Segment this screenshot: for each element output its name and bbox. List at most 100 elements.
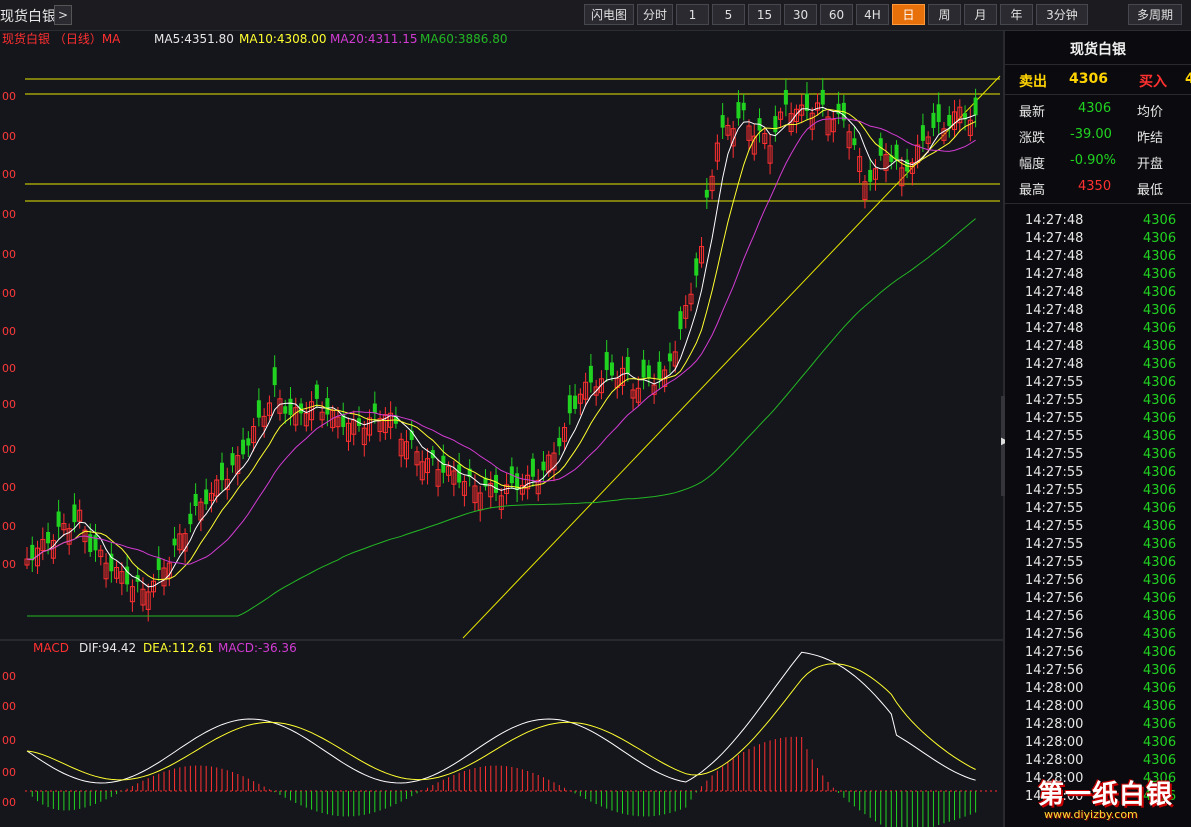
y-tick-label: 00 bbox=[2, 558, 16, 571]
expand-arrow-button[interactable]: > bbox=[54, 5, 72, 25]
panel-divider bbox=[1005, 64, 1191, 65]
macd-y-tick-label: 00 bbox=[2, 766, 16, 779]
tab-period-2[interactable]: 1 bbox=[676, 4, 709, 25]
macd-y-tick-label: 00 bbox=[2, 700, 16, 713]
tick-time: 14:27:55 bbox=[1025, 537, 1084, 552]
tick-time: 14:27:55 bbox=[1025, 411, 1084, 426]
tick-time: 14:28:00 bbox=[1025, 717, 1084, 732]
tick-time: 14:28:00 bbox=[1025, 735, 1084, 750]
quote-label: 开盘 bbox=[1137, 157, 1164, 172]
tick-time: 14:27:55 bbox=[1025, 447, 1084, 462]
tab-period-4[interactable]: 15 bbox=[748, 4, 781, 25]
tick-price: 4306 bbox=[1143, 573, 1177, 588]
tick-price: 4306 bbox=[1143, 609, 1177, 624]
multi-period-button[interactable]: 多周期 bbox=[1128, 4, 1182, 25]
tick-price: 4306 bbox=[1143, 447, 1177, 462]
panel-title: 现货白银 bbox=[1070, 42, 1126, 58]
y-tick-label: 00 bbox=[2, 362, 16, 375]
y-tick-label: 00 bbox=[2, 398, 16, 411]
quote-label: 最新 bbox=[1019, 105, 1046, 120]
macd-y-tick-label: 00 bbox=[2, 670, 16, 683]
tick-price: 4306 bbox=[1143, 429, 1177, 444]
tab-period-8[interactable]: 日 bbox=[892, 4, 925, 25]
quote-panel: 现货白银 卖出 4306 买入 4 最新 4306 均价 涨跌 -39.00 昨结 幅度 -0… bbox=[1005, 31, 1191, 827]
tick-price: 4306 bbox=[1143, 231, 1177, 246]
tick-price: 4306 bbox=[1143, 465, 1177, 480]
tick-time: 14:27:48 bbox=[1025, 357, 1084, 372]
legend-ma10: MA10:4308.00 bbox=[239, 32, 327, 46]
tick-price: 4306 bbox=[1143, 285, 1177, 300]
tick-time: 14:28:00 bbox=[1025, 699, 1084, 714]
tick-time: 14:27:48 bbox=[1025, 339, 1084, 354]
tick-time: 14:27:48 bbox=[1025, 303, 1084, 318]
quote-value: -0.90% bbox=[1070, 153, 1116, 168]
tick-price: 4306 bbox=[1143, 411, 1177, 426]
tick-price: 4306 bbox=[1143, 339, 1177, 354]
tab-period-7[interactable]: 4H bbox=[856, 4, 889, 25]
tick-price: 4306 bbox=[1143, 519, 1177, 534]
tab-period-10[interactable]: 月 bbox=[964, 4, 997, 25]
tab-period-1[interactable]: 分时 bbox=[637, 4, 673, 25]
kline-chart[interactable]: 00 00 00 00 00 00 00 00 00 00 00 00 00 00 00 00 00 00 现货白… bbox=[0, 31, 1003, 827]
buy-value: 4 bbox=[1185, 71, 1191, 87]
tick-time: 14:27:48 bbox=[1025, 231, 1084, 246]
buy-label: 买入 bbox=[1139, 74, 1167, 90]
tick-price: 4306 bbox=[1143, 303, 1177, 318]
tick-price: 4306 bbox=[1143, 213, 1177, 228]
quote-value: 4350 bbox=[1078, 179, 1112, 194]
panel-divider bbox=[1005, 94, 1191, 95]
panel-divider bbox=[1005, 203, 1191, 204]
tick-time: 14:27:48 bbox=[1025, 267, 1084, 282]
quote-value: -39.00 bbox=[1070, 127, 1112, 142]
tick-time: 14:27:55 bbox=[1025, 519, 1084, 534]
y-tick-label: 00 bbox=[2, 130, 16, 143]
tab-period-12[interactable]: 3分钟 bbox=[1036, 4, 1088, 25]
tick-price: 4306 bbox=[1143, 537, 1177, 552]
tab-period-9[interactable]: 周 bbox=[928, 4, 961, 25]
tick-price: 4306 bbox=[1143, 735, 1177, 750]
tab-period-5[interactable]: 30 bbox=[784, 4, 817, 25]
quote-label: 涨跌 bbox=[1019, 131, 1046, 146]
tick-price: 4306 bbox=[1143, 249, 1177, 264]
y-tick-label: 00 bbox=[2, 287, 16, 300]
tick-price: 4306 bbox=[1143, 483, 1177, 498]
sell-value: 4306 bbox=[1069, 71, 1108, 87]
macd-y-tick-label: 00 bbox=[2, 796, 16, 809]
quote-value: 4306 bbox=[1078, 101, 1112, 116]
y-tick-label: 00 bbox=[2, 443, 16, 456]
tick-time: 14:27:48 bbox=[1025, 285, 1084, 300]
y-tick-label: 00 bbox=[2, 248, 16, 261]
tick-time: 14:28:00 bbox=[1025, 753, 1084, 768]
tick-time: 14:27:55 bbox=[1025, 429, 1084, 444]
tick-price: 4306 bbox=[1143, 717, 1177, 732]
tab-period-0[interactable]: 闪电图 bbox=[584, 4, 634, 25]
quote-label: 幅度 bbox=[1019, 157, 1046, 172]
tick-time: 14:27:56 bbox=[1025, 591, 1084, 606]
y-tick-label: 00 bbox=[2, 325, 16, 338]
tick-time: 14:27:56 bbox=[1025, 645, 1084, 660]
tick-time: 14:27:55 bbox=[1025, 465, 1084, 480]
tick-price: 4306 bbox=[1143, 267, 1177, 282]
watermark-url: www.diyizby.com bbox=[1044, 808, 1138, 821]
tick-price: 4306 bbox=[1143, 357, 1177, 372]
tick-price: 4306 bbox=[1143, 663, 1177, 678]
quote-label: 最高 bbox=[1019, 183, 1046, 198]
tick-price: 4306 bbox=[1143, 501, 1177, 516]
tick-time: 14:27:56 bbox=[1025, 627, 1084, 642]
sell-label: 卖出 bbox=[1019, 74, 1047, 90]
y-tick-label: 00 bbox=[2, 90, 16, 103]
tab-period-6[interactable]: 60 bbox=[820, 4, 853, 25]
tick-price: 4306 bbox=[1143, 645, 1177, 660]
tick-time: 14:27:48 bbox=[1025, 321, 1084, 336]
tick-price: 4306 bbox=[1143, 753, 1177, 768]
tab-period-3[interactable]: 5 bbox=[712, 4, 745, 25]
tick-price: 4306 bbox=[1143, 627, 1177, 642]
macd-dif: DIF:94.42 bbox=[79, 641, 136, 655]
macd-value: MACD:-36.36 bbox=[218, 641, 297, 655]
legend-title: 现货白银 （日线）MA bbox=[2, 31, 121, 46]
tab-period-11[interactable]: 年 bbox=[1000, 4, 1033, 25]
tick-time: 14:27:56 bbox=[1025, 573, 1084, 588]
tick-time: 14:27:55 bbox=[1025, 501, 1084, 516]
tick-time: 14:27:55 bbox=[1025, 375, 1084, 390]
macd-y-tick-label: 00 bbox=[2, 734, 16, 747]
